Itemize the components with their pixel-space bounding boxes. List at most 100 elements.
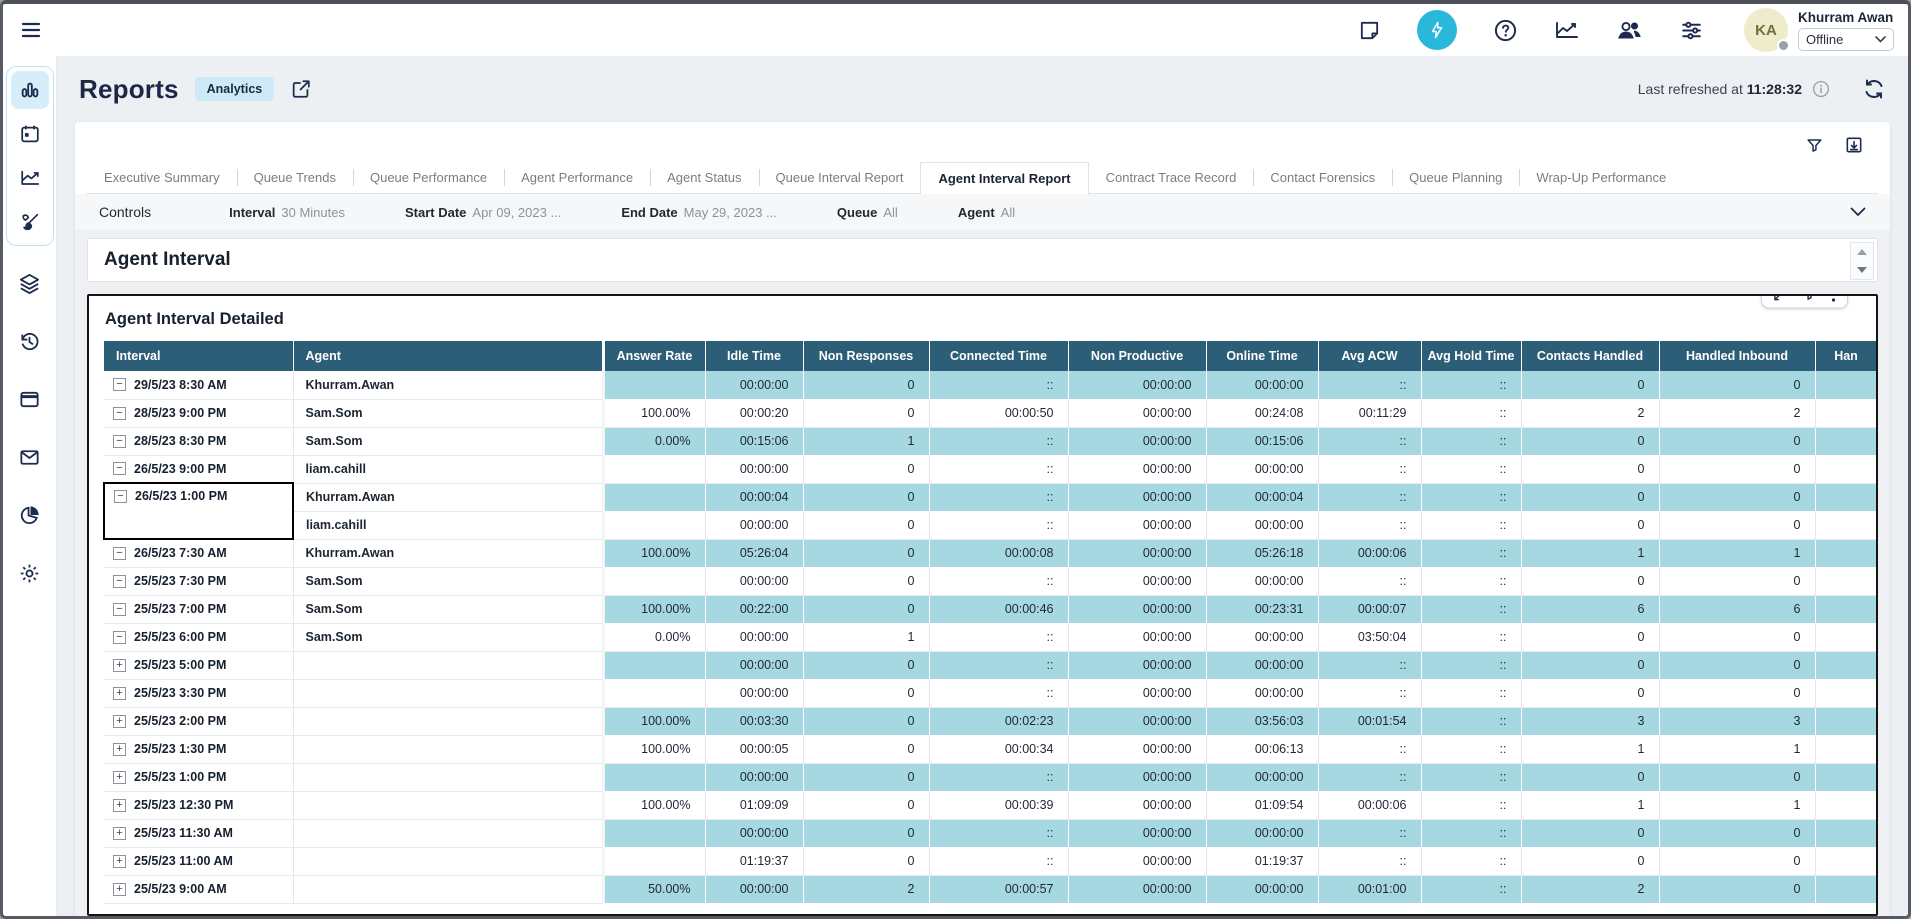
column-header-non-productive[interactable]: Non Productive (1068, 341, 1206, 371)
interval-cell[interactable]: +25/5/23 3:30 PM (104, 679, 293, 707)
interval-label: 25/5/23 12:30 PM (134, 798, 233, 812)
column-header-answer-rate[interactable]: Answer Rate (603, 341, 705, 371)
collapse-row-icon[interactable]: − (113, 435, 126, 448)
filter-queue[interactable]: QueueAll (837, 205, 898, 220)
controls-collapse-chevron-icon[interactable] (1850, 207, 1866, 217)
expand-row-icon[interactable]: + (113, 771, 126, 784)
avatar[interactable]: KA (1744, 8, 1788, 52)
interval-cell[interactable]: −26/5/23 9:00 PM (104, 455, 293, 483)
scroll-up-icon[interactable] (1851, 243, 1873, 261)
interval-cell[interactable]: −29/5/23 8:30 AM (104, 371, 293, 399)
column-header-non-responses[interactable]: Non Responses (803, 341, 929, 371)
tab-contact-forensics[interactable]: Contact Forensics (1253, 162, 1392, 193)
column-header-idle-time[interactable]: Idle Time (705, 341, 803, 371)
settings-sliders-icon[interactable] (1679, 18, 1704, 43)
column-header-han[interactable]: Han (1815, 341, 1877, 371)
interval-cell[interactable]: −26/5/23 7:30 AM (104, 539, 293, 567)
download-icon[interactable] (1844, 135, 1864, 155)
quick-actions-bolt-icon[interactable] (1417, 10, 1457, 50)
line-chart-icon[interactable] (1554, 18, 1580, 42)
tab-queue-planning[interactable]: Queue Planning (1392, 162, 1519, 193)
sidebar-item-browser[interactable] (11, 380, 49, 418)
column-header-avg-acw[interactable]: Avg ACW (1318, 341, 1421, 371)
collapse-row-icon[interactable]: − (114, 490, 127, 503)
open-in-new-icon[interactable] (290, 78, 312, 100)
agent-interval-detailed-panel[interactable]: Agent Interval Detailed IntervalAgentAns… (87, 294, 1878, 916)
column-header-connected-time[interactable]: Connected Time (929, 341, 1068, 371)
users-icon[interactable] (1616, 18, 1643, 42)
interval-cell[interactable]: +25/5/23 2:00 PM (104, 707, 293, 735)
sidebar-item-reports[interactable] (11, 71, 49, 109)
expand-row-icon[interactable]: + (113, 659, 126, 672)
tab-agent-status[interactable]: Agent Status (650, 162, 758, 193)
info-icon[interactable] (1812, 80, 1830, 98)
collapse-row-icon[interactable]: − (113, 575, 126, 588)
refresh-icon[interactable] (1862, 77, 1886, 101)
expand-row-icon[interactable]: + (113, 715, 126, 728)
column-header-interval[interactable]: Interval (104, 341, 293, 371)
expand-row-icon[interactable]: + (113, 855, 126, 868)
interval-cell[interactable]: +25/5/23 1:00 PM (104, 763, 293, 791)
menu-icon[interactable] (19, 18, 43, 42)
interval-cell[interactable]: +25/5/23 9:00 AM (104, 875, 293, 903)
interval-cell[interactable]: −25/5/23 7:30 PM (104, 567, 293, 595)
interval-cell[interactable]: +25/5/23 5:00 PM (104, 651, 293, 679)
column-header-avg-hold-time[interactable]: Avg Hold Time (1421, 341, 1521, 371)
agent-cell (293, 651, 603, 679)
sidebar-item-design[interactable] (11, 203, 49, 241)
interval-cell[interactable]: −28/5/23 9:00 PM (104, 399, 293, 427)
interval-cell[interactable]: −25/5/23 7:00 PM (104, 595, 293, 623)
filter-end-date[interactable]: End DateMay 29, 2023 ... (621, 205, 777, 220)
expand-row-icon[interactable]: + (113, 883, 126, 896)
interval-cell[interactable]: −28/5/23 8:30 PM (104, 427, 293, 455)
focus-mode-icon[interactable] (1768, 294, 1793, 304)
sidebar-item-history[interactable] (11, 322, 49, 360)
interval-cell[interactable]: +25/5/23 11:30 AM (104, 819, 293, 847)
tab-contract-trace-record[interactable]: Contract Trace Record (1089, 162, 1254, 193)
filter-agent[interactable]: AgentAll (958, 205, 1015, 220)
column-header-contacts-handled[interactable]: Contacts Handled (1521, 341, 1659, 371)
interval-cell[interactable]: +25/5/23 11:00 AM (104, 847, 293, 875)
tab-wrap-up-performance[interactable]: Wrap-Up Performance (1519, 162, 1683, 193)
more-options-icon[interactable] (1826, 294, 1841, 305)
collapse-row-icon[interactable]: − (113, 462, 126, 475)
column-header-handled-inbound[interactable]: Handled Inbound (1659, 341, 1815, 371)
visual-filter-icon[interactable] (1797, 294, 1822, 304)
tab-queue-performance[interactable]: Queue Performance (353, 162, 504, 193)
interval-cell[interactable]: −25/5/23 6:00 PM (104, 623, 293, 651)
sidebar-item-trends[interactable] (11, 159, 49, 197)
table-scrollbar[interactable] (1878, 341, 1879, 904)
tab-queue-trends[interactable]: Queue Trends (237, 162, 353, 193)
interval-cell[interactable]: −26/5/23 1:00 PM (104, 483, 293, 539)
interval-cell[interactable]: +25/5/23 1:30 PM (104, 735, 293, 763)
sidebar-item-settings[interactable] (11, 554, 49, 592)
tab-executive-summary[interactable]: Executive Summary (87, 162, 237, 193)
collapse-row-icon[interactable]: − (113, 603, 126, 616)
filter-interval[interactable]: Interval30 Minutes (229, 205, 345, 220)
note-icon[interactable] (1358, 19, 1381, 42)
tab-agent-performance[interactable]: Agent Performance (504, 162, 650, 193)
expand-row-icon[interactable]: + (113, 687, 126, 700)
collapse-row-icon[interactable]: − (113, 407, 126, 420)
sidebar-item-layers[interactable] (11, 264, 49, 302)
column-header-agent[interactable]: Agent (293, 341, 603, 371)
collapse-row-icon[interactable]: − (113, 631, 126, 644)
column-header-online-time[interactable]: Online Time (1206, 341, 1318, 371)
tab-queue-interval-report[interactable]: Queue Interval Report (759, 162, 921, 193)
help-icon[interactable] (1493, 18, 1518, 43)
tab-agent-interval-report[interactable]: Agent Interval Report (920, 162, 1088, 194)
interval-cell[interactable]: +25/5/23 12:30 PM (104, 791, 293, 819)
sidebar-item-calendar[interactable] (11, 115, 49, 153)
sidebar-item-pie[interactable] (11, 496, 49, 534)
status-select[interactable]: Offline (1798, 28, 1894, 51)
filter-icon[interactable] (1805, 136, 1824, 155)
sidebar-item-mail[interactable] (11, 438, 49, 476)
metric-cell: :: (1421, 623, 1521, 651)
collapse-row-icon[interactable]: − (113, 547, 126, 560)
expand-row-icon[interactable]: + (113, 743, 126, 756)
collapse-row-icon[interactable]: − (113, 378, 126, 391)
expand-row-icon[interactable]: + (113, 827, 126, 840)
filter-start-date[interactable]: Start DateApr 09, 2023 ... (405, 205, 561, 220)
scroll-down-icon[interactable] (1851, 261, 1873, 279)
expand-row-icon[interactable]: + (113, 799, 126, 812)
